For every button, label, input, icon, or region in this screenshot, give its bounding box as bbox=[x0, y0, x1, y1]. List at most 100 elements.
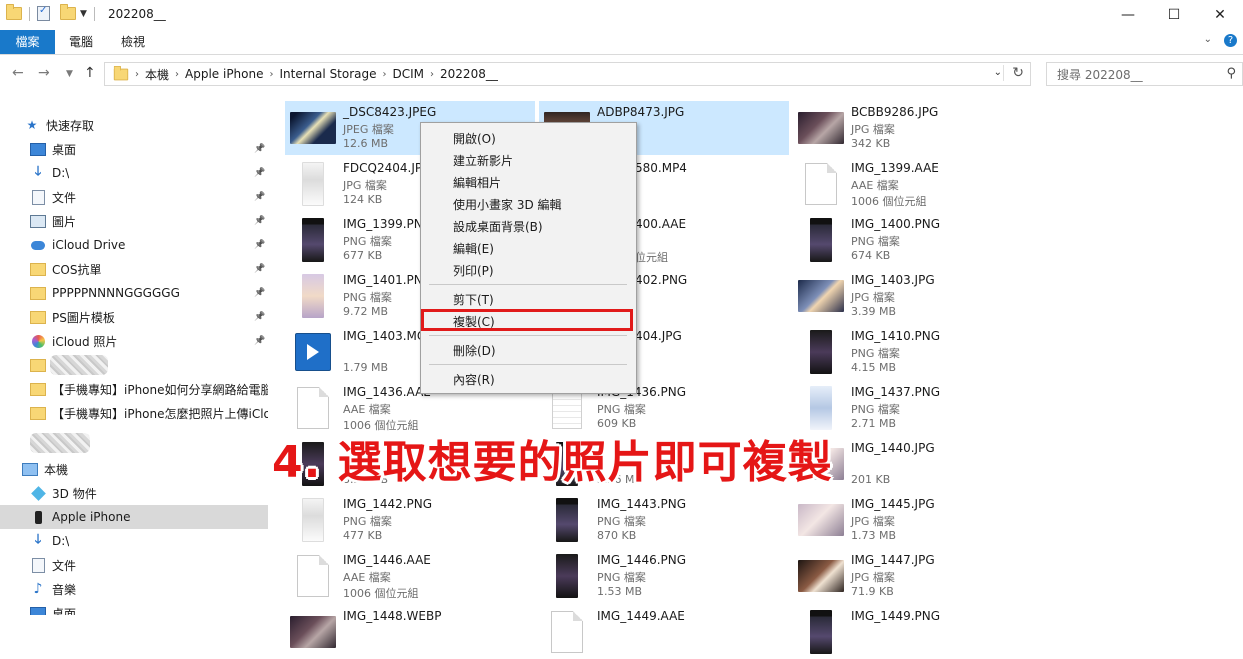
pin-icon[interactable]: 📌 bbox=[254, 144, 265, 154]
file-name: FDCQ2404.JPG bbox=[343, 161, 432, 175]
file-item[interactable]: BCBB9286.JPG JPG 檔案 342 KB bbox=[793, 101, 1043, 155]
music-icon: ♪ bbox=[33, 581, 43, 597]
file-item[interactable]: IMG_1449.AAE bbox=[539, 605, 789, 659]
file-item[interactable]: IMG_1447.JPG JPG 檔案 71.9 KB bbox=[793, 549, 1043, 603]
tab-file[interactable]: 檔案 bbox=[0, 30, 55, 54]
pin-icon[interactable]: 📌 bbox=[254, 216, 265, 226]
file-size: 4.15 MB bbox=[851, 361, 897, 374]
pin-icon[interactable]: 📌 bbox=[254, 288, 265, 298]
file-thumbnail bbox=[289, 386, 337, 430]
pin-icon[interactable]: 📌 bbox=[254, 192, 265, 202]
sidebar-item[interactable]: 桌面 📌 bbox=[0, 137, 268, 161]
refresh-icon[interactable]: ↻ bbox=[1003, 65, 1024, 81]
chevron-right-icon[interactable]: › bbox=[270, 69, 274, 80]
sidebar-item[interactable]: PPPPPNNNNGGGGGG 📌 bbox=[0, 281, 268, 305]
sidebar-item[interactable]: 文件 📌 bbox=[0, 185, 268, 209]
menu-item-cut[interactable]: 剪下(T) bbox=[453, 291, 494, 308]
sidebar-item[interactable]: 圖片 📌 bbox=[0, 209, 268, 233]
help-icon[interactable]: ? bbox=[1224, 34, 1237, 47]
menu-item-properties[interactable]: 內容(R) bbox=[453, 371, 495, 388]
file-item[interactable]: IMG_1449.PNG bbox=[793, 605, 1043, 659]
sidebar-item[interactable]: ♪ 音樂 bbox=[0, 577, 268, 601]
sidebar-item[interactable]: 🡓 D:\ 📌 bbox=[0, 161, 268, 185]
search-icon[interactable]: ⚲ bbox=[1226, 66, 1236, 81]
file-item[interactable]: IMG_1403.JPG JPG 檔案 3.39 MB bbox=[793, 269, 1043, 323]
folder-icon bbox=[30, 406, 46, 420]
chevron-right-icon[interactable]: › bbox=[135, 69, 139, 80]
file-size: 674 KB bbox=[851, 249, 891, 262]
file-name: BCBB9286.JPG bbox=[851, 105, 939, 119]
file-item[interactable]: IMG_1443.PNG PNG 檔案 870 KB bbox=[539, 493, 789, 547]
menu-item-delete[interactable]: 刪除(D) bbox=[453, 342, 496, 359]
maximize-button[interactable]: ☐ bbox=[1151, 0, 1197, 30]
chevron-right-icon[interactable]: › bbox=[175, 69, 179, 80]
file-size: 201 KB bbox=[851, 473, 891, 486]
pin-icon[interactable]: 📌 bbox=[254, 264, 265, 274]
recent-locations-icon[interactable]: ▼ bbox=[66, 69, 73, 79]
generic-file-icon bbox=[805, 163, 837, 205]
toolbar-divider bbox=[93, 6, 95, 21]
menu-item-edit-paint3d[interactable]: 使用小畫家 3D 編輯 bbox=[453, 196, 562, 213]
chevron-down-icon[interactable]: ⌄ bbox=[994, 67, 1002, 78]
sidebar-item[interactable]: 3D 物件 bbox=[0, 481, 268, 505]
sidebar-item[interactable]: 🡓 D:\ bbox=[0, 529, 268, 553]
file-item[interactable]: IMG_1410.PNG PNG 檔案 4.15 MB bbox=[793, 325, 1043, 379]
file-item[interactable]: IMG_1446.PNG PNG 檔案 1.53 MB bbox=[539, 549, 789, 603]
menu-item-edit-photo[interactable]: 編輯相片 bbox=[453, 174, 501, 191]
tab-computer[interactable]: 電腦 bbox=[60, 30, 102, 54]
close-button[interactable]: ✕ bbox=[1197, 0, 1243, 30]
pin-icon[interactable]: 📌 bbox=[254, 240, 265, 250]
sidebar-item[interactable]: Apple iPhone bbox=[0, 505, 268, 529]
sidebar-item[interactable] bbox=[0, 353, 268, 377]
pin-icon[interactable]: 📌 bbox=[254, 312, 265, 322]
sidebar-item[interactable]: iCloud 照片 📌 bbox=[0, 329, 268, 353]
file-name: IMG_1401.PNG bbox=[343, 273, 433, 287]
sidebar-item[interactable]: 本機 bbox=[0, 457, 268, 481]
breadcrumb-internal-storage[interactable]: Internal Storage bbox=[280, 67, 377, 81]
file-name: 404.JPG bbox=[635, 329, 682, 343]
sidebar-item[interactable]: ★ 快速存取 bbox=[0, 113, 268, 137]
file-item[interactable]: IMG_1442.PNG PNG 檔案 477 KB bbox=[285, 493, 535, 547]
customize-toolbar-icon[interactable]: ▼ bbox=[80, 9, 87, 19]
file-item[interactable]: IMG_1448.WEBP bbox=[285, 605, 535, 659]
file-item[interactable]: IMG_1399.AAE AAE 檔案 1006 個位元組 bbox=[793, 157, 1043, 211]
sidebar-item[interactable]: 桌面 bbox=[0, 601, 268, 615]
breadcrumb-current-folder[interactable]: 202208__ bbox=[440, 67, 498, 81]
chevron-right-icon[interactable]: › bbox=[383, 69, 387, 80]
sidebar-item[interactable]: 【手機專知】iPhone如何分享網路給電腦 bbox=[0, 377, 268, 401]
sidebar-item[interactable] bbox=[0, 431, 268, 455]
file-size: 9.72 MB bbox=[343, 305, 389, 318]
menu-item-set-wallpaper[interactable]: 設成桌面背景(B) bbox=[453, 218, 543, 235]
minimize-button[interactable]: — bbox=[1105, 0, 1151, 30]
menu-item-create-video[interactable]: 建立新影片 bbox=[453, 152, 513, 169]
properties-icon[interactable] bbox=[37, 5, 50, 21]
pin-icon[interactable]: 📌 bbox=[254, 336, 265, 346]
pin-icon[interactable]: 📌 bbox=[254, 168, 265, 178]
sidebar-item[interactable]: PS圖片模板 📌 bbox=[0, 305, 268, 329]
file-item[interactable]: IMG_1400.PNG PNG 檔案 674 KB bbox=[793, 213, 1043, 267]
file-size: 12.6 MB bbox=[343, 137, 389, 150]
search-input[interactable] bbox=[1055, 64, 1219, 86]
file-item[interactable]: IMG_1445.JPG JPG 檔案 1.73 MB bbox=[793, 493, 1043, 547]
breadcrumb-apple-iphone[interactable]: Apple iPhone bbox=[185, 67, 263, 81]
sidebar-item[interactable]: 文件 bbox=[0, 553, 268, 577]
sidebar-item[interactable]: 【手機專知】iPhone怎麼把照片上傳iCloud bbox=[0, 401, 268, 425]
sidebar-item-label: 音樂 bbox=[52, 582, 77, 597]
sidebar-item[interactable]: COS抗單 📌 bbox=[0, 257, 268, 281]
sidebar-item[interactable]: iCloud Drive 📌 bbox=[0, 233, 268, 257]
breadcrumb-dcim[interactable]: DCIM bbox=[393, 67, 425, 81]
chevron-right-icon[interactable]: › bbox=[430, 69, 434, 80]
menu-item-print[interactable]: 列印(P) bbox=[453, 262, 494, 279]
menu-item-open[interactable]: 開啟(O) bbox=[453, 130, 496, 147]
breadcrumb-this-pc[interactable]: 本機 bbox=[145, 66, 169, 83]
forward-arrow-icon[interactable]: → bbox=[38, 65, 50, 81]
address-bar[interactable]: › 本機 › Apple iPhone › Internal Storage ›… bbox=[104, 62, 1031, 86]
tab-view[interactable]: 檢視 bbox=[112, 30, 154, 54]
menu-item-edit[interactable]: 編輯(E) bbox=[453, 240, 494, 257]
back-arrow-icon[interactable]: ← bbox=[12, 65, 24, 81]
folder-icon[interactable] bbox=[6, 4, 22, 20]
file-item[interactable]: IMG_1446.AAE AAE 檔案 1006 個位元組 bbox=[285, 549, 535, 603]
up-arrow-icon[interactable]: ↑ bbox=[84, 65, 96, 81]
new-folder-icon[interactable] bbox=[60, 4, 76, 20]
expand-ribbon-icon[interactable]: ⌄ bbox=[1204, 34, 1212, 47]
